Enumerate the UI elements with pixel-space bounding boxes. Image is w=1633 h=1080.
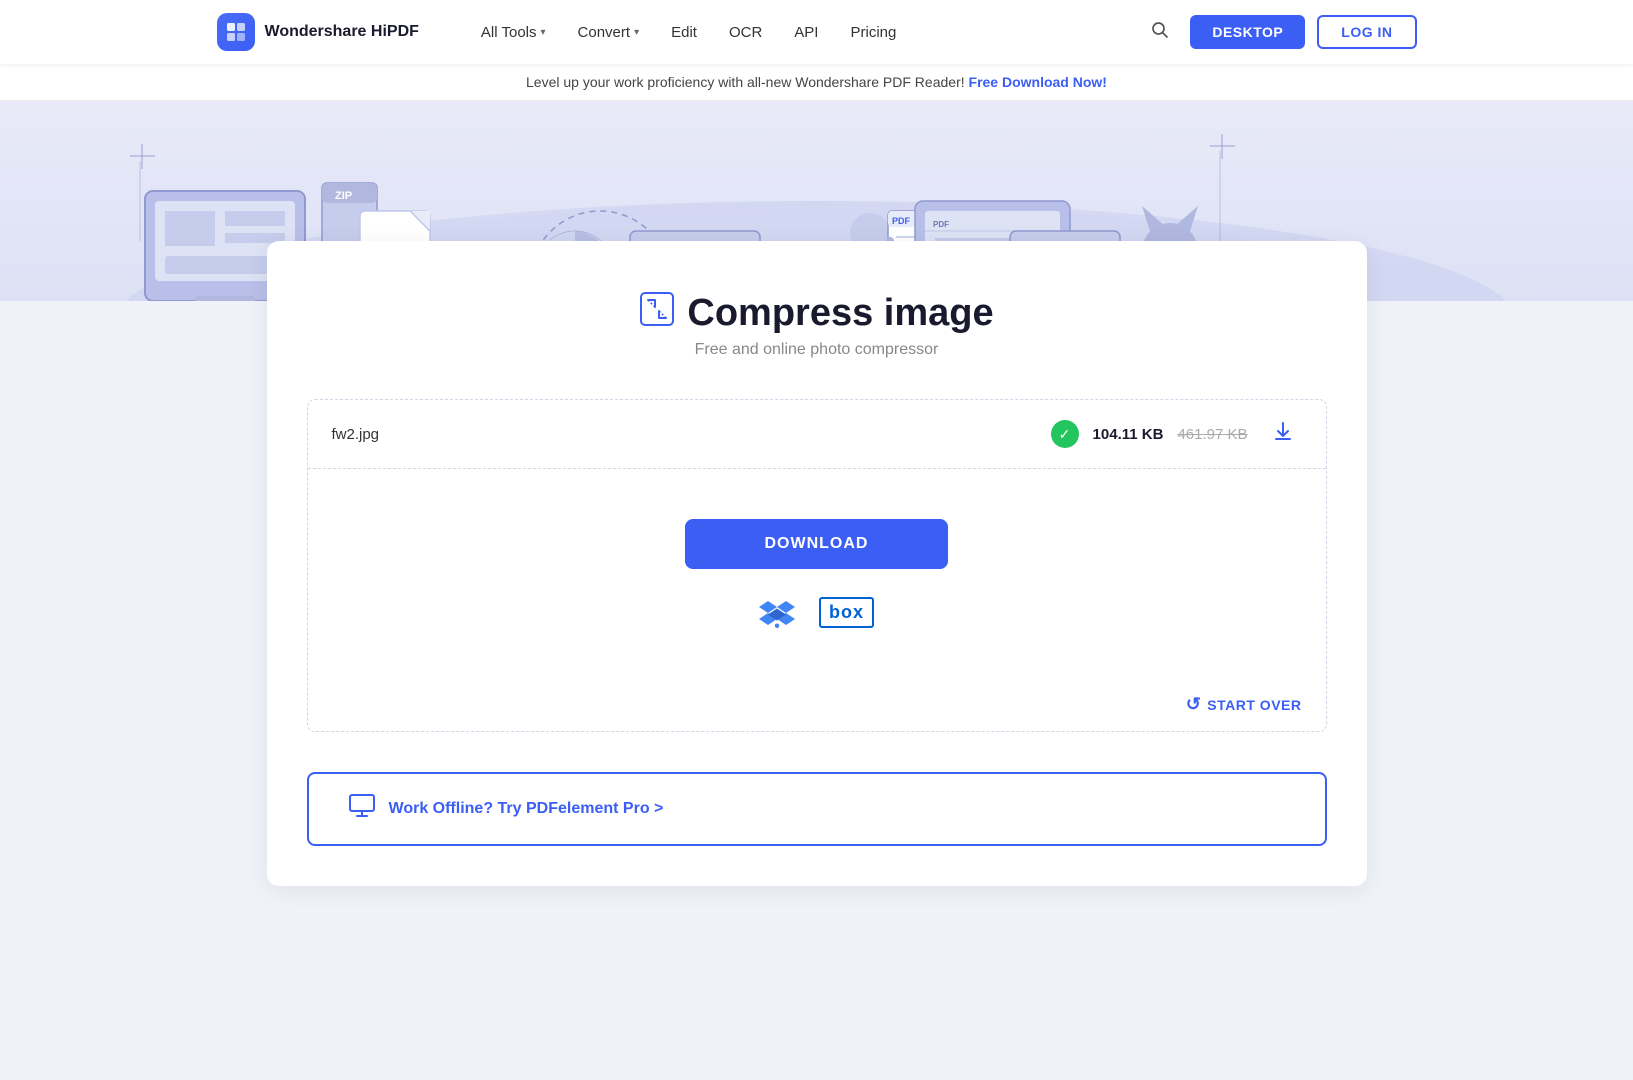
file-name: fw2.jpg (332, 426, 1035, 443)
chevron-down-icon: ▾ (634, 27, 639, 38)
nav-all-tools[interactable]: All Tools ▾ (467, 16, 560, 49)
main-content: Compress image Free and online photo com… (0, 301, 1633, 946)
login-button[interactable]: LOG IN (1317, 15, 1416, 49)
svg-text:ZIP: ZIP (335, 190, 352, 202)
box-button[interactable]: box (819, 597, 874, 628)
file-row: fw2.jpg ✓ 104.11 KB 461.97 KB (308, 400, 1326, 469)
banner-text: Level up your work proficiency with all-… (526, 74, 965, 90)
page-subtitle: Free and online photo compressor (307, 341, 1327, 359)
navbar: Wondershare HiPDF All Tools ▾ Convert ▾ … (0, 0, 1633, 64)
search-button[interactable] (1142, 12, 1178, 53)
file-download-button[interactable] (1264, 416, 1302, 452)
cloud-save-row: box (759, 597, 874, 628)
nav-edit[interactable]: Edit (657, 16, 711, 49)
desktop-button[interactable]: DESKTOP (1190, 15, 1305, 49)
dropbox-button[interactable] (759, 598, 795, 628)
nav-api[interactable]: API (780, 16, 832, 49)
offline-banner[interactable]: Work Offline? Try PDFelement Pro > (307, 772, 1327, 846)
refresh-icon: ↺ (1186, 694, 1202, 715)
logo[interactable]: Wondershare HiPDF (217, 13, 419, 51)
download-icon (1272, 420, 1294, 442)
offline-text: Work Offline? Try PDFelement Pro > (389, 800, 664, 818)
nav-ocr[interactable]: OCR (715, 16, 776, 49)
original-size: 461.97 KB (1177, 426, 1247, 443)
logo-text: Wondershare HiPDF (265, 23, 419, 41)
nav-pricing[interactable]: Pricing (836, 16, 910, 49)
promo-banner: Level up your work proficiency with all-… (0, 64, 1633, 101)
monitor-icon (349, 794, 375, 824)
nav-links: All Tools ▾ Convert ▾ Edit OCR API Prici… (467, 16, 1110, 49)
success-icon: ✓ (1051, 420, 1079, 448)
search-icon (1150, 20, 1170, 40)
logo-icon (217, 13, 255, 51)
start-over-button[interactable]: ↺ START OVER (1186, 694, 1302, 715)
download-area: DOWNLOAD (308, 469, 1326, 678)
svg-text:PDF: PDF (892, 216, 911, 226)
download-button[interactable]: DOWNLOAD (685, 519, 949, 569)
nav-actions: DESKTOP LOG IN (1142, 12, 1416, 53)
nav-convert[interactable]: Convert ▾ (564, 16, 654, 49)
compressed-size: 104.11 KB (1093, 426, 1164, 443)
main-card: Compress image Free and online photo com… (267, 241, 1367, 886)
chevron-down-icon: ▾ (541, 27, 546, 38)
start-over-row: ↺ START OVER (308, 678, 1326, 731)
compress-icon (639, 291, 675, 335)
banner-link[interactable]: Free Download Now! (969, 74, 1107, 90)
file-stats: ✓ 104.11 KB 461.97 KB (1051, 420, 1248, 448)
page-title: Compress image (687, 292, 993, 335)
page-title-area: Compress image Free and online photo com… (307, 291, 1327, 359)
file-section: fw2.jpg ✓ 104.11 KB 461.97 KB DOWNLOAD (307, 399, 1327, 732)
svg-text:PDF: PDF (933, 220, 949, 229)
